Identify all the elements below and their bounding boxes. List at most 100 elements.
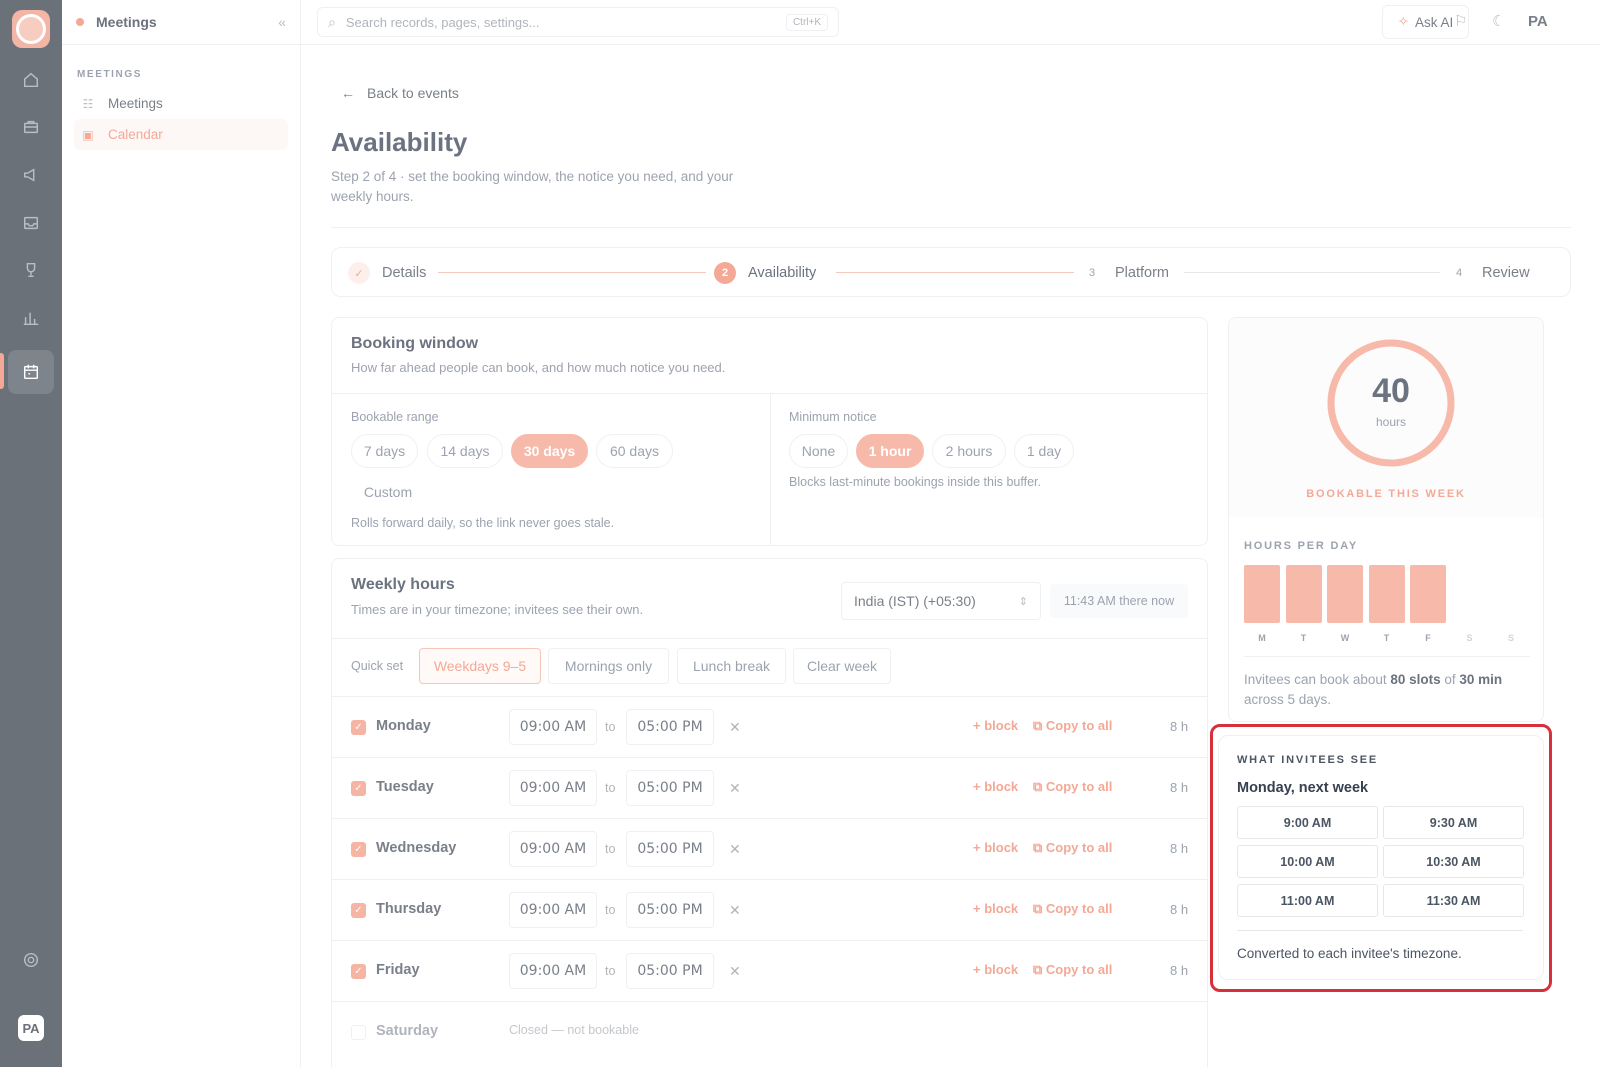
status-dot	[76, 18, 84, 26]
back-link[interactable]: ← Back to events	[341, 85, 459, 101]
moon-icon[interactable]: ☾	[1492, 12, 1505, 30]
time-slot[interactable]: 9:00 AM	[1237, 806, 1378, 839]
day-name: Saturday	[376, 1023, 439, 1039]
topbar-avatar[interactable]: PA	[1528, 13, 1548, 30]
day-bar	[1285, 565, 1322, 623]
day-bar	[1327, 565, 1363, 623]
checkbox[interactable]: ✓	[351, 964, 366, 979]
search-input[interactable]: ⌕ Search records, pages, settings... Ctr…	[317, 7, 839, 37]
step-availability[interactable]: 2 Availability	[714, 248, 816, 298]
range-60-days[interactable]: 60 days	[596, 434, 673, 468]
end-time-input[interactable]: 05:00 PM	[626, 953, 714, 989]
to-label: to	[605, 781, 616, 795]
quick-set-weekdays[interactable]: Weekdays 9–5	[419, 648, 541, 684]
close-icon[interactable]: ✕	[729, 841, 741, 858]
trophy-icon[interactable]	[12, 251, 50, 289]
checkbox[interactable]	[351, 1025, 366, 1040]
app-logo[interactable]	[12, 10, 50, 48]
copy-to-all-button[interactable]: ⧉ Copy to all	[1033, 962, 1112, 978]
copy-label: Copy to all	[1045, 779, 1113, 794]
end-time-input[interactable]: 05:00 PM	[626, 770, 714, 806]
time-slot[interactable]: 10:00 AM	[1237, 845, 1378, 878]
home-icon[interactable]	[12, 61, 50, 99]
quick-set-label: Quick set	[351, 659, 404, 673]
time-slot[interactable]: 11:30 AM	[1383, 884, 1524, 917]
checkbox[interactable]: ✓	[351, 720, 366, 735]
day-name: Thursday	[376, 901, 442, 917]
notice-1-hour[interactable]: 1 hour	[856, 434, 924, 468]
copy-label: Copy to all	[1045, 962, 1113, 977]
hours-ring: 40 hours	[1326, 338, 1456, 468]
close-icon[interactable]: ✕	[729, 719, 741, 736]
inbox-icon[interactable]	[12, 204, 50, 242]
copy-icon: ⧉	[1033, 901, 1046, 916]
total-hours: 40	[1372, 372, 1410, 410]
checkbox[interactable]: ✓	[351, 903, 366, 918]
sidebar-item-calendar[interactable]: ▣ Calendar	[74, 119, 288, 150]
start-time-input[interactable]: 09:00 AM	[509, 709, 597, 745]
end-time-input[interactable]: 05:00 PM	[626, 831, 714, 867]
day-bar-label: T	[1300, 633, 1307, 643]
range-30-days[interactable]: 30 days	[511, 434, 588, 468]
briefcase-icon[interactable]	[12, 108, 50, 146]
weekly-hours-card: Weekly hours Times are in your timezone;…	[331, 558, 1208, 1067]
start-time-input[interactable]: 09:00 AM	[509, 831, 597, 867]
add-block-button[interactable]: + block	[973, 840, 1018, 855]
copy-to-all-button[interactable]: ⧉ Copy to all	[1033, 840, 1112, 856]
notice-1-day[interactable]: 1 day	[1014, 434, 1074, 468]
close-icon[interactable]: ✕	[729, 902, 741, 919]
add-block-button[interactable]: + block	[973, 718, 1018, 733]
time-slot[interactable]: 9:30 AM	[1383, 806, 1524, 839]
notice-2-hours[interactable]: 2 hours	[932, 434, 1006, 468]
bookmark-icon[interactable]: ⚐	[1454, 12, 1467, 30]
sidebar-section-label: MEETINGS	[77, 69, 143, 80]
gear-icon[interactable]	[12, 941, 50, 979]
range-14-days[interactable]: 14 days	[427, 434, 503, 468]
step-review[interactable]: 4 Review	[1448, 248, 1530, 298]
quick-set-clear-week[interactable]: Clear week	[793, 648, 891, 684]
copy-to-all-button[interactable]: ⧉ Copy to all	[1033, 718, 1112, 734]
copy-to-all-button[interactable]: ⧉ Copy to all	[1033, 901, 1112, 917]
step-platform[interactable]: 3 Platform	[1081, 248, 1169, 298]
to-label: to	[605, 720, 616, 734]
checkbox[interactable]: ✓	[351, 781, 366, 796]
sidebar-item-meetings[interactable]: ☷ Meetings	[74, 88, 288, 119]
quick-set-lunch-break[interactable]: Lunch break	[677, 648, 786, 684]
day-row-wednesday: ✓ Wednesday 09:00 AM to 05:00 PM ✕ + blo…	[332, 818, 1207, 879]
page-title: Availability	[331, 127, 468, 157]
card-subtitle: How far ahead people can book, and how m…	[351, 360, 726, 375]
collapse-icon[interactable]: «	[278, 14, 286, 30]
shortcut-badge: Ctrl+K	[785, 13, 828, 31]
notice-none[interactable]: None	[789, 434, 848, 468]
start-time-input[interactable]: 09:00 AM	[509, 770, 597, 806]
timezone-select[interactable]: India (IST) (+05:30) ⇕	[841, 582, 1041, 620]
notice-label: Minimum notice	[789, 410, 877, 424]
calendar-icon[interactable]	[8, 350, 54, 394]
time-slot[interactable]: 10:30 AM	[1383, 845, 1524, 878]
megaphone-icon[interactable]	[12, 156, 50, 194]
end-time-input[interactable]: 05:00 PM	[626, 892, 714, 928]
add-block-button[interactable]: + block	[973, 962, 1018, 977]
invitee-title: WHAT INVITEES SEE	[1237, 754, 1379, 766]
close-icon[interactable]: ✕	[729, 780, 741, 797]
day-name: Wednesday	[376, 840, 457, 856]
step-details[interactable]: ✓ Details	[348, 248, 426, 298]
add-block-button[interactable]: + block	[973, 779, 1018, 794]
day-bar-label: W	[1340, 633, 1350, 643]
copy-to-all-button[interactable]: ⧉ Copy to all	[1033, 779, 1112, 795]
close-icon[interactable]: ✕	[729, 963, 741, 980]
quick-set-mornings[interactable]: Mornings only	[548, 648, 669, 684]
start-time-input[interactable]: 09:00 AM	[509, 953, 597, 989]
range-7-days[interactable]: 7 days	[351, 434, 418, 468]
step-label: Availability	[748, 265, 817, 281]
chart-icon[interactable]	[12, 299, 50, 337]
day-bar	[1244, 565, 1280, 623]
start-time-input[interactable]: 09:00 AM	[509, 892, 597, 928]
end-time-input[interactable]: 05:00 PM	[626, 709, 714, 745]
local-time-badge: 11:43 AM there now	[1050, 584, 1188, 618]
time-slot[interactable]: 11:00 AM	[1237, 884, 1378, 917]
add-block-button[interactable]: + block	[973, 901, 1018, 916]
checkbox[interactable]: ✓	[351, 842, 366, 857]
range-custom[interactable]: Custom	[351, 475, 425, 509]
user-avatar[interactable]: PA	[18, 1015, 44, 1041]
